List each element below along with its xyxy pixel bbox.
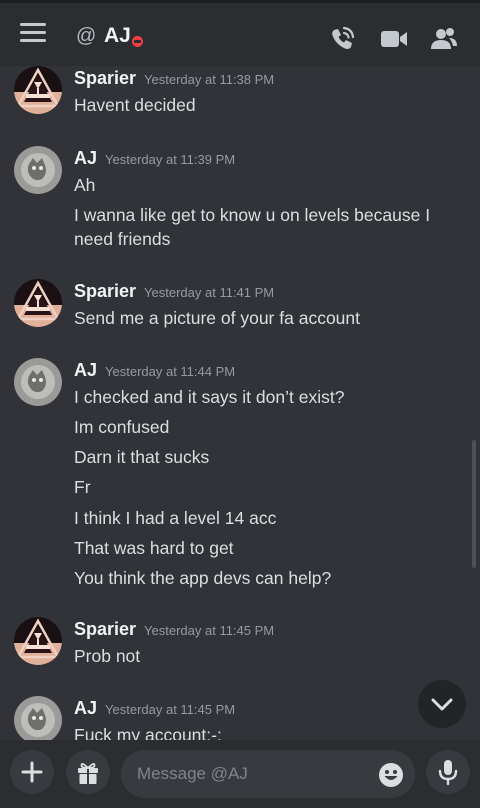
message-text: Fuck my account:-: (74, 725, 222, 740)
message-text: I checked and it says it don’t exist? (74, 387, 345, 407)
sparier-avatar[interactable] (14, 279, 62, 327)
aj-avatar[interactable] (14, 146, 62, 194)
sparier-avatar[interactable] (14, 617, 62, 665)
message-author[interactable]: Sparier Yesterday at 11:41 PM (74, 281, 274, 302)
message-author[interactable]: AJ Yesterday at 11:44 PM (74, 360, 235, 381)
message-composer (0, 740, 480, 808)
message-text: I think I had a level 14 acc (74, 508, 277, 528)
message-text: Fr (74, 477, 91, 497)
message-timestamp: Yesterday at 11:44 PM (105, 364, 236, 379)
message-text: Darn it that sucks (74, 447, 210, 467)
message-author[interactable]: Sparier Yesterday at 11:38 PM (74, 68, 274, 89)
do-not-disturb-icon (132, 36, 143, 47)
message-input[interactable] (121, 750, 415, 798)
message-timestamp: Yesterday at 11:45 PM (144, 623, 275, 638)
message-text: That was hard to get (74, 538, 234, 558)
add-attachment-button[interactable] (10, 750, 54, 794)
message-timestamp: Yesterday at 11:41 PM (144, 285, 275, 300)
message-text: Im confused (74, 417, 170, 437)
dm-username[interactable]: AJ (104, 24, 131, 48)
message-timestamp: Yesterday at 11:38 PM (144, 72, 275, 87)
emoji-icon[interactable] (378, 762, 404, 788)
voice-call-icon[interactable] (328, 25, 356, 53)
menu-icon[interactable] (20, 23, 46, 47)
message-text: Send me a picture of your fa account (74, 308, 360, 328)
message-text: need friends (74, 229, 171, 249)
message-text: Havent decided (74, 95, 196, 115)
aj-avatar[interactable] (14, 358, 62, 406)
message-timestamp: Yesterday at 11:39 PM (105, 152, 236, 167)
at-icon: @ (76, 25, 97, 47)
chevron-down-icon (431, 698, 453, 711)
gift-icon (78, 763, 98, 784)
message-text: Ah (74, 175, 96, 195)
message-text: Prob not (74, 646, 141, 666)
sparier-avatar[interactable] (14, 66, 62, 114)
video-call-icon[interactable] (380, 25, 408, 53)
message-text: I wanna like get to know u on levels bec… (74, 205, 431, 225)
microphone-icon (438, 760, 458, 786)
message-author[interactable]: AJ Yesterday at 11:39 PM (74, 148, 235, 169)
message-author[interactable]: Sparier Yesterday at 11:45 PM (74, 619, 274, 640)
message-author[interactable]: AJ Yesterday at 11:45 PM (74, 698, 235, 719)
scrollbar[interactable] (472, 440, 476, 568)
voice-message-button[interactable] (426, 750, 470, 794)
jump-to-present-button[interactable] (418, 680, 466, 728)
channel-header: @ AJ (0, 0, 480, 66)
message-text: You think the app devs can help? (74, 568, 332, 588)
members-icon[interactable] (430, 25, 458, 53)
plus-icon (21, 761, 43, 783)
message-list[interactable]: Sparier Yesterday at 11:38 PM Havent deci… (0, 66, 480, 740)
message-timestamp: Yesterday at 11:45 PM (105, 702, 236, 717)
gift-button[interactable] (66, 750, 110, 794)
aj-avatar[interactable] (14, 696, 62, 740)
